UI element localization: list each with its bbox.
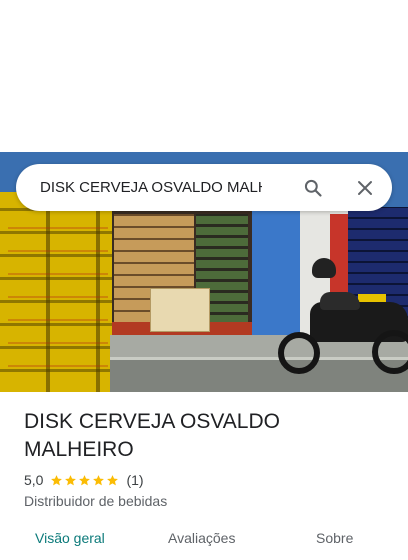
photo-motorcycle-tank xyxy=(320,292,360,310)
photo-street xyxy=(110,360,408,392)
clear-search-button[interactable] xyxy=(352,175,378,201)
star-icon xyxy=(107,474,119,485)
photo-boxes xyxy=(150,288,210,332)
place-title-line2: MALHEIRO xyxy=(24,438,134,461)
star-icon xyxy=(93,474,105,485)
blank-area xyxy=(0,0,408,152)
rating-row[interactable]: 5,0 (1) xyxy=(24,472,144,488)
star-icon xyxy=(51,474,63,485)
rating-stars xyxy=(50,474,120,487)
star-icon xyxy=(65,474,77,485)
search-button[interactable] xyxy=(300,175,326,201)
place-title: DISK CERVEJA OSVALDO MALHEIRO xyxy=(24,408,344,464)
review-count: (1) xyxy=(126,472,144,488)
place-category[interactable]: Distribuidor de bebidas xyxy=(24,493,167,509)
photo-wheel-rear xyxy=(372,330,408,374)
photo-poster xyxy=(330,214,348,304)
search-bar xyxy=(16,164,392,211)
close-icon xyxy=(358,181,372,195)
tab-bar: Visão geral Avaliações Sobre xyxy=(0,530,408,560)
photo-crate-labels xyxy=(8,212,108,382)
rating-value: 5,0 xyxy=(24,472,44,488)
search-input[interactable] xyxy=(40,164,262,211)
photo-helmet xyxy=(312,258,336,278)
place-title-line1: DISK CERVEJA OSVALDO xyxy=(24,410,280,433)
star-icon xyxy=(79,474,91,485)
search-icon xyxy=(304,179,322,197)
photo-wheel-front xyxy=(278,332,320,374)
photo-blue-wall xyxy=(252,210,302,335)
